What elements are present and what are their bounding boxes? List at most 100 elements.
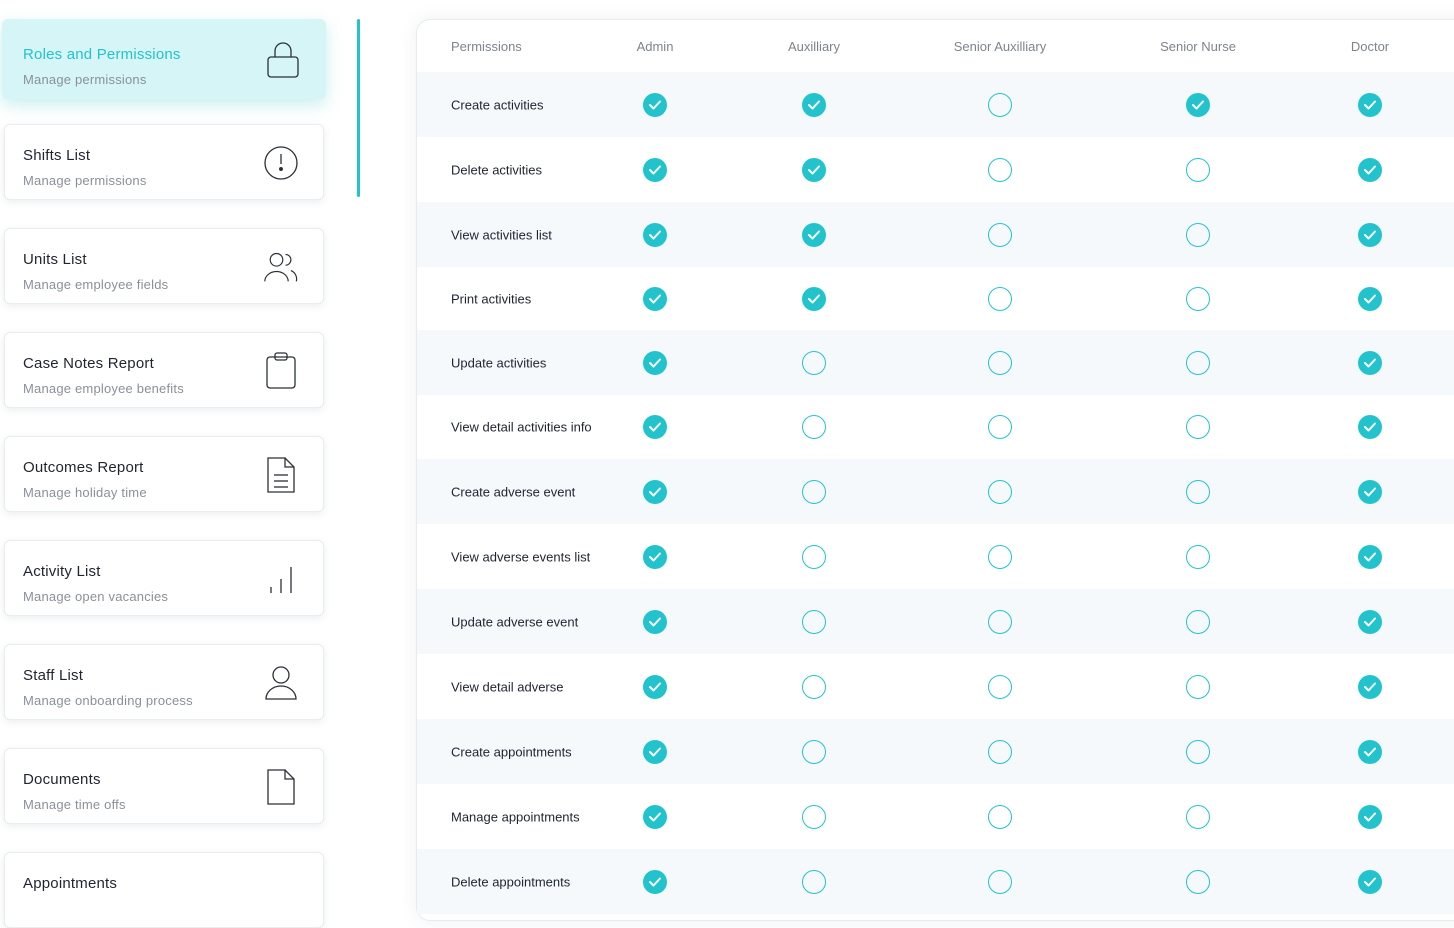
permission-checked-icon[interactable]	[643, 286, 667, 311]
sidebar-item-title: Shifts List	[23, 147, 91, 164]
permission-unchecked-icon[interactable]	[802, 804, 826, 829]
permission-checked-icon[interactable]	[643, 479, 667, 504]
sidebar-item-appointments[interactable]: Appointments	[4, 852, 324, 928]
permission-label: Delete activities	[451, 162, 543, 177]
permission-checked-icon[interactable]	[802, 286, 826, 311]
permission-checked-icon[interactable]	[643, 414, 667, 439]
permissions-table: Permissions Admin Auxilliary Senior Auxilli…	[416, 19, 1454, 921]
permission-checked-icon[interactable]	[1358, 414, 1382, 439]
sidebar-item-title: Outcomes Report	[23, 459, 144, 476]
permission-checked-icon[interactable]	[1358, 286, 1382, 311]
permission-unchecked-icon[interactable]	[988, 286, 1012, 311]
permission-unchecked-icon[interactable]	[988, 739, 1012, 764]
permission-unchecked-icon[interactable]	[1186, 157, 1210, 182]
permission-checked-icon[interactable]	[643, 544, 667, 569]
sidebar-item-title: Case Notes Report	[23, 355, 154, 372]
sidebar-item-staff-list[interactable]: Staff List Manage onboarding process	[4, 644, 324, 720]
permission-unchecked-icon[interactable]	[1186, 414, 1210, 439]
permission-unchecked-icon[interactable]	[988, 869, 1012, 894]
permission-checked-icon[interactable]	[1358, 674, 1382, 699]
sidebar-item-roles-and-permissions[interactable]: Roles and Permissions Manage permissions	[2, 19, 326, 99]
permission-unchecked-icon[interactable]	[1186, 286, 1210, 311]
permission-unchecked-icon[interactable]	[988, 92, 1012, 117]
permission-unchecked-icon[interactable]	[988, 350, 1012, 375]
sidebar-item-case-notes-report[interactable]: Case Notes Report Manage employee benefit…	[4, 332, 324, 408]
table-row: Create adverse event	[417, 459, 1454, 524]
permission-checked-icon[interactable]	[1358, 157, 1382, 182]
permission-checked-icon[interactable]	[643, 739, 667, 764]
sidebar-item-documents[interactable]: Documents Manage time offs	[4, 748, 324, 824]
column-header-auxilliary: Auxilliary	[787, 39, 841, 54]
permission-unchecked-icon[interactable]	[802, 869, 826, 894]
sidebar-item-subtitle: Manage time offs	[23, 797, 126, 812]
sidebar-item-title: Staff List	[23, 667, 84, 684]
permission-checked-icon[interactable]	[1358, 222, 1382, 247]
permission-unchecked-icon[interactable]	[802, 674, 826, 699]
permission-checked-icon[interactable]	[643, 157, 667, 182]
permission-checked-icon[interactable]	[802, 157, 826, 182]
permission-label: Update activities	[451, 355, 547, 370]
permission-unchecked-icon[interactable]	[802, 739, 826, 764]
permission-unchecked-icon[interactable]	[988, 157, 1012, 182]
permission-checked-icon[interactable]	[1358, 350, 1382, 375]
permission-unchecked-icon[interactable]	[1186, 479, 1210, 504]
permission-unchecked-icon[interactable]	[1186, 609, 1210, 634]
sidebar-item-activity-list[interactable]: Activity List Manage open vacancies	[4, 540, 324, 616]
permission-unchecked-icon[interactable]	[988, 544, 1012, 569]
permission-checked-icon[interactable]	[643, 92, 667, 117]
permission-checked-icon[interactable]	[1358, 92, 1382, 117]
permission-unchecked-icon[interactable]	[1186, 222, 1210, 247]
permission-label: View detail activities info	[451, 419, 592, 434]
permission-unchecked-icon[interactable]	[988, 414, 1012, 439]
permission-checked-icon[interactable]	[1358, 609, 1382, 634]
permission-label: Create activities	[451, 97, 544, 112]
permission-label: Create appointments	[451, 744, 572, 759]
lock-icon	[265, 40, 301, 80]
permission-checked-icon[interactable]	[643, 804, 667, 829]
permission-unchecked-icon[interactable]	[1186, 350, 1210, 375]
permission-unchecked-icon[interactable]	[1186, 869, 1210, 894]
permission-checked-icon[interactable]	[1186, 92, 1210, 117]
permission-checked-icon[interactable]	[1358, 804, 1382, 829]
permission-unchecked-icon[interactable]	[988, 609, 1012, 634]
permission-unchecked-icon[interactable]	[802, 479, 826, 504]
permission-checked-icon[interactable]	[802, 92, 826, 117]
permission-unchecked-icon[interactable]	[988, 674, 1012, 699]
permission-unchecked-icon[interactable]	[802, 414, 826, 439]
sidebar-scrollbar[interactable]	[357, 19, 360, 197]
table-row: View activities list	[417, 202, 1454, 267]
sidebar-item-subtitle: Manage onboarding process	[23, 693, 193, 708]
permission-unchecked-icon[interactable]	[988, 479, 1012, 504]
permission-unchecked-icon[interactable]	[1186, 804, 1210, 829]
permission-unchecked-icon[interactable]	[1186, 674, 1210, 699]
sidebar-item-shifts-list[interactable]: Shifts List Manage permissions	[4, 124, 324, 200]
permission-label: View activities list	[451, 227, 552, 242]
permission-unchecked-icon[interactable]	[988, 804, 1012, 829]
permission-unchecked-icon[interactable]	[1186, 544, 1210, 569]
table-row: Delete appointments	[417, 849, 1454, 914]
document-lines-icon	[263, 455, 299, 495]
permission-unchecked-icon[interactable]	[1186, 739, 1210, 764]
sidebar-item-title: Activity List	[23, 563, 101, 580]
permission-unchecked-icon[interactable]	[802, 544, 826, 569]
permission-checked-icon[interactable]	[1358, 739, 1382, 764]
sidebar-item-units-list[interactable]: Units List Manage employee fields	[4, 228, 324, 304]
sidebar-item-subtitle: Manage permissions	[23, 72, 147, 87]
permission-checked-icon[interactable]	[1358, 869, 1382, 894]
permission-checked-icon[interactable]	[802, 222, 826, 247]
permission-checked-icon[interactable]	[643, 222, 667, 247]
permission-unchecked-icon[interactable]	[988, 222, 1012, 247]
permission-checked-icon[interactable]	[643, 869, 667, 894]
permission-unchecked-icon[interactable]	[802, 609, 826, 634]
permission-checked-icon[interactable]	[643, 674, 667, 699]
permission-checked-icon[interactable]	[1358, 544, 1382, 569]
sidebar-item-subtitle: Manage holiday time	[23, 485, 147, 500]
file-icon	[263, 767, 299, 807]
sidebar-item-outcomes-report[interactable]: Outcomes Report Manage holiday time	[4, 436, 324, 512]
permission-checked-icon[interactable]	[643, 609, 667, 634]
permission-unchecked-icon[interactable]	[802, 350, 826, 375]
permission-checked-icon[interactable]	[1358, 479, 1382, 504]
bar-chart-icon	[263, 559, 299, 599]
permission-checked-icon[interactable]	[643, 350, 667, 375]
table-row: Create activities	[417, 72, 1454, 137]
